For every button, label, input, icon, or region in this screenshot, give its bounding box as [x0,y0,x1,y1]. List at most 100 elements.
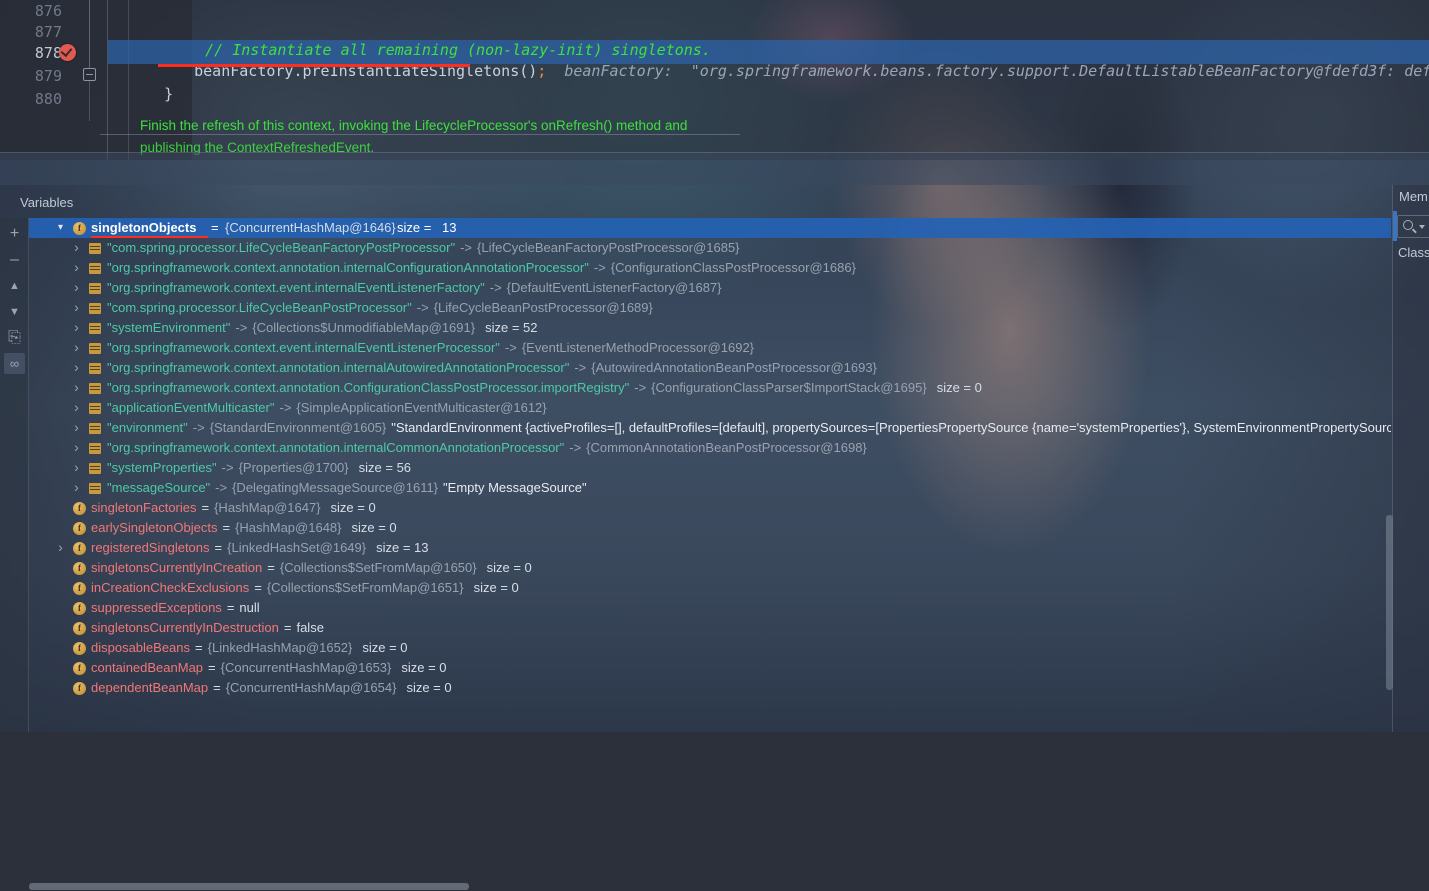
entry-value: {SimpleApplicationEventMulticaster@1612} [296,400,546,415]
entry-arrow: -> [417,300,429,315]
variables-tree[interactable]: f singletonObjects = {ConcurrentHashMap@… [29,218,1391,732]
entry-arrow: -> [215,480,227,495]
debugger-tab-strip: Variables [0,185,1429,218]
field-name: disposableBeans [91,640,190,655]
horizontal-scrollbar-thumb[interactable] [29,883,469,890]
copy-value-button[interactable]: ⎘ [4,327,25,348]
entry-key: "systemProperties" [107,460,217,475]
entry-text: "com.spring.processor.LifeCycleBeanPostP… [107,298,653,318]
field-text: earlySingletonObjects={HashMap@1648}size… [91,518,397,538]
field-text: disposableBeans={LinkedHashMap@1652}size… [91,638,408,658]
table-row[interactable]: f singletonObjects = {ConcurrentHashMap@… [29,218,1391,238]
entry-size: size = 0 [937,380,982,395]
field-icon: f [73,502,86,515]
entry-text: "systemProperties"->{Properties@1700}siz… [107,458,411,478]
memory-search-input[interactable] [1397,215,1429,238]
chevron-right-icon[interactable] [71,262,82,273]
field-name: earlySingletonObjects [91,520,217,535]
annotation-red-underline-code [158,64,470,67]
tab-variables[interactable]: Variables [8,186,85,217]
code-fold-icon[interactable] [83,68,96,81]
chevron-down-icon[interactable] [1419,225,1425,229]
entry-text: "org.springframework.context.annotation.… [107,258,856,278]
size-value: 13 [442,218,456,238]
chevron-right-icon[interactable] [71,342,82,353]
map-entry-icon [89,303,101,314]
field-size: size = 0 [362,640,407,655]
entry-text: "org.springframework.context.annotation.… [107,438,867,458]
field-name: singletonsCurrentlyInDestruction [91,620,279,635]
entry-text: "messageSource"->{DelegatingMessageSourc… [107,478,587,498]
chevron-right-icon[interactable] [71,442,82,453]
chevron-right-icon[interactable] [71,402,82,413]
field-name: dependentBeanMap [91,680,208,695]
entry-key: "org.springframework.context.annotation.… [107,360,569,375]
field-value: {LinkedHashMap@1652} [208,640,353,655]
right-panel-border [1392,185,1393,732]
field-size: size = 0 [474,580,519,595]
entry-arrow: -> [460,240,472,255]
code-statement-878[interactable]: beanFactory.preInstantiateSingletons();b… [158,44,1429,98]
entry-value: {EventListenerMethodProcessor@1692} [522,340,754,355]
breakpoint-verified-icon[interactable] [59,44,76,61]
chevron-right-icon[interactable] [71,322,82,333]
chevron-right-icon[interactable] [71,302,82,313]
field-size: size = 0 [406,680,451,695]
chevron-right-icon[interactable] [71,242,82,253]
chevron-right-icon[interactable] [71,362,82,373]
chevron-right-icon[interactable] [71,482,82,493]
chevron-right-icon[interactable] [71,382,82,393]
entry-value: {ConfigurationClassParser$ImportStack@16… [651,380,927,395]
entry-value: {Properties@1700} [239,460,349,475]
equals-sign: = [211,218,219,238]
entry-arrow: -> [235,320,247,335]
field-name: containedBeanMap [91,660,203,675]
code-editor[interactable]: 876 877 878 879 880 // Instantiate all r… [0,0,1429,160]
map-entry-icon [89,323,101,334]
move-down-button[interactable]: ▼ [4,301,25,322]
map-entry-icon [89,263,101,274]
entry-arrow: -> [574,360,586,375]
chevron-right-icon[interactable] [55,542,66,553]
entry-key: "org.springframework.context.annotation.… [107,440,564,455]
line-number-876: 876 [0,2,62,20]
field-name: registeredSingletons [91,540,210,555]
entry-arrow: -> [634,380,646,395]
map-entry-icon [89,423,101,434]
code-semicolon: ; [537,62,546,80]
field-size: size = 0 [352,520,397,535]
field-icon: f [73,602,86,615]
inline-parameter-hint: beanFactory: "org.springframework.beans.… [564,62,1429,80]
move-up-button[interactable]: ▲ [4,275,25,296]
field-size: size = 0 [487,560,532,575]
field-icon: f [73,582,86,595]
code-fold-line [89,0,90,68]
entry-key: "com.spring.processor.LifeCycleBeanPostP… [107,300,412,315]
equals-sign: = [208,660,216,675]
remove-watch-button[interactable]: – [4,249,25,270]
map-entry-icon [89,243,101,254]
map-entry-icon [89,483,101,494]
entry-text: "applicationEventMulticaster"->{SimpleAp… [107,398,547,418]
tab-memory[interactable]: Mem [1399,189,1428,204]
field-value: {LinkedHashSet@1649} [227,540,366,555]
entry-value: {DelegatingMessageSource@1611} [232,480,438,495]
field-text: containedBeanMap={ConcurrentHashMap@1653… [91,658,447,678]
entry-size: size = 52 [485,320,537,335]
chevron-down-icon[interactable] [55,222,66,233]
chevron-right-icon[interactable] [71,462,82,473]
entry-value: {Collections$UnmodifiableMap@1691} [252,320,475,335]
entry-value: {LifeCycleBeanFactoryPostProcessor@1685} [477,240,740,255]
field-text: singletonsCurrentlyInCreation={Collectio… [91,558,532,578]
watches-toggle-button[interactable]: ∞ [4,353,25,374]
field-text: inCreationCheckExclusions={Collections$S… [91,578,519,598]
entry-text: "com.spring.processor.LifeCycleBeanFacto… [107,238,740,258]
chevron-right-icon[interactable] [71,282,82,293]
field-value: false [296,620,323,635]
entry-arrow: -> [505,340,517,355]
variable-name: singletonObjects [91,218,196,238]
entry-value: {ConfigurationClassPostProcessor@1686} [611,260,856,275]
add-watch-button[interactable]: + [4,223,25,244]
editor-debug-divider[interactable] [0,152,1429,153]
chevron-right-icon[interactable] [71,422,82,433]
